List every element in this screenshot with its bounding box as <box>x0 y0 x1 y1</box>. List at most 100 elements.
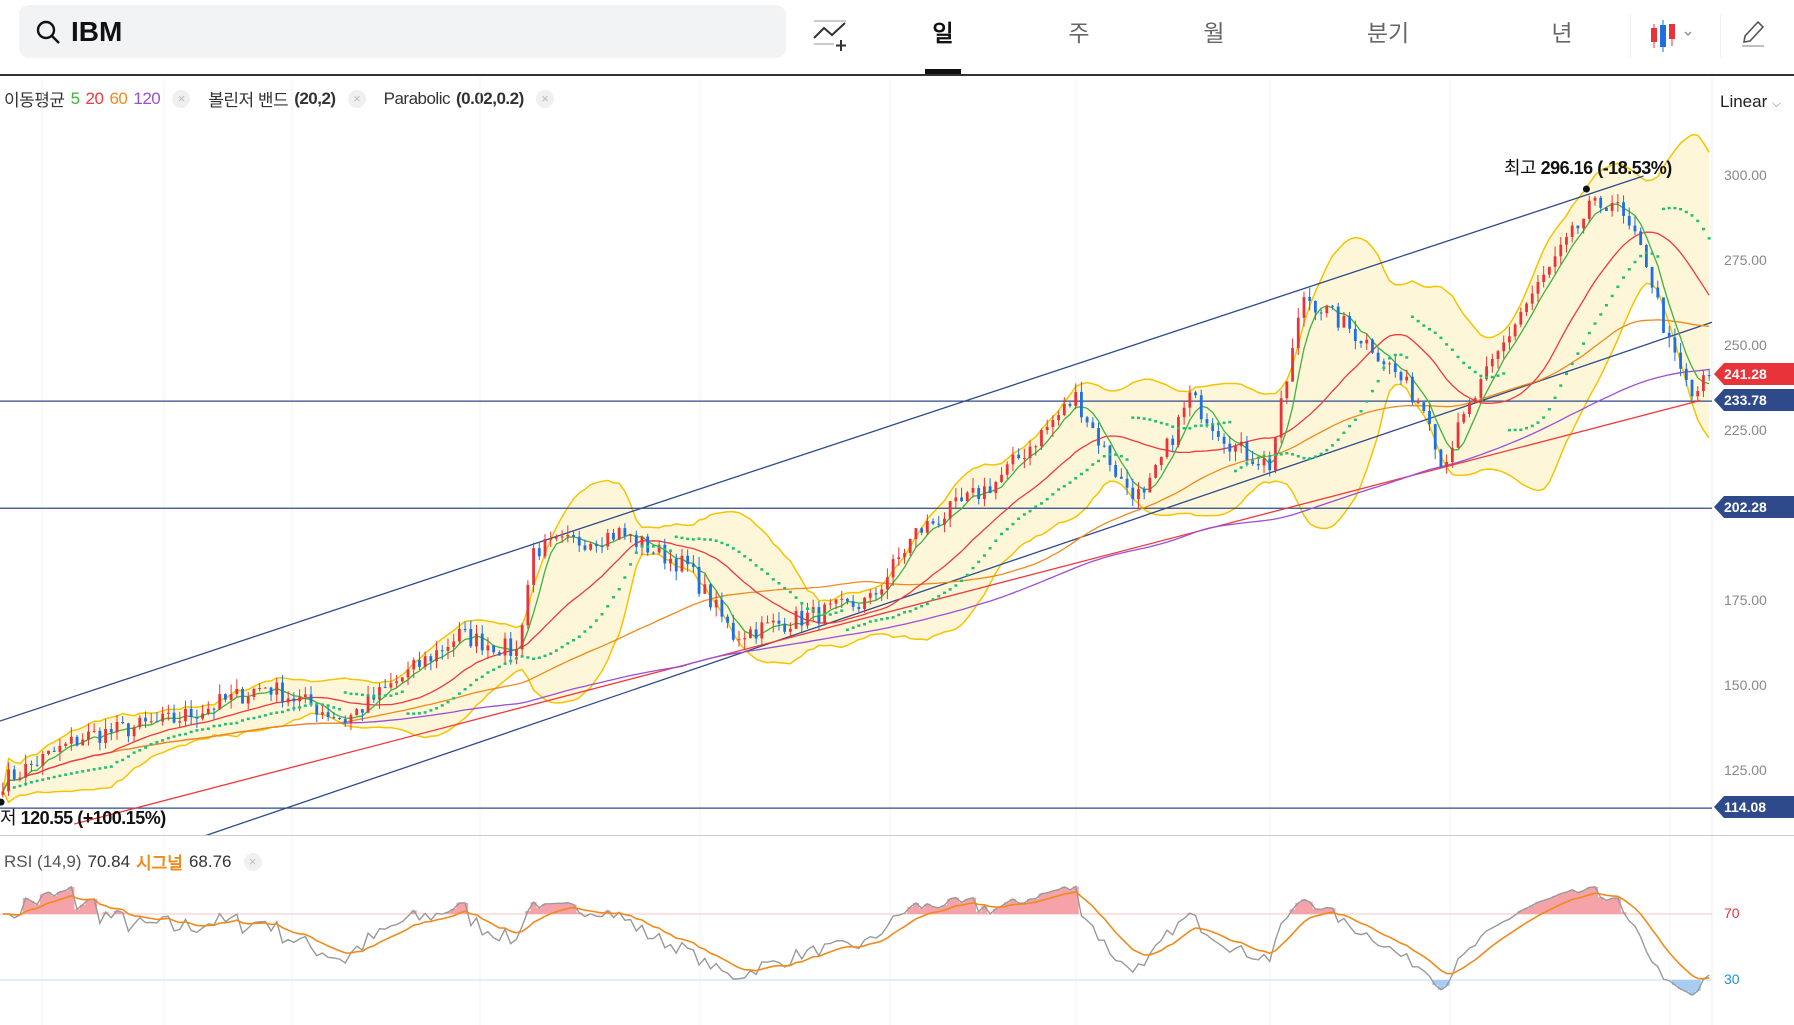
sar-dot <box>1119 454 1123 458</box>
candle-body <box>1576 225 1580 229</box>
sar-dot <box>1473 370 1477 374</box>
sar-dot <box>1707 237 1711 240</box>
sar-dot <box>1342 431 1346 435</box>
sar-dot <box>1199 424 1203 427</box>
sar-dot <box>457 692 461 695</box>
candle-body <box>1570 225 1574 237</box>
sar-dot <box>1291 453 1295 456</box>
sar-dot <box>1097 459 1101 463</box>
sar-dot <box>355 692 359 696</box>
candle-body <box>954 497 958 502</box>
sar-dot <box>526 656 530 659</box>
sar-dot <box>315 702 319 706</box>
candle-body <box>475 633 478 647</box>
candle-body <box>452 641 456 647</box>
sar-dot <box>1416 319 1420 323</box>
candle-body <box>600 546 604 548</box>
candle-body <box>7 769 10 792</box>
sar-dot <box>623 576 627 579</box>
sar-dot <box>69 772 73 775</box>
candlestick-icon[interactable] <box>1650 18 1695 54</box>
price-chart[interactable] <box>0 78 1794 1025</box>
candle-body <box>212 708 216 710</box>
high-label: 최고 <box>1504 158 1537 178</box>
sar-dot <box>897 613 901 617</box>
candle-body <box>1702 375 1705 392</box>
sar-dot <box>1467 366 1471 369</box>
tab-quarter[interactable]: 분기 <box>1353 14 1423 48</box>
candle-body <box>1382 361 1386 365</box>
candle-body <box>109 728 113 733</box>
sar-dot <box>823 612 827 616</box>
sar-dot <box>218 724 222 727</box>
candle-body <box>971 488 975 493</box>
candle-body <box>189 708 193 718</box>
tab-month[interactable]: 월 <box>1179 14 1249 48</box>
candle-body <box>206 708 210 714</box>
sar-dot <box>1233 469 1237 473</box>
sar-dot <box>1319 452 1323 456</box>
candle-body <box>127 723 130 737</box>
sar-dot <box>669 549 673 552</box>
sar-dot <box>1211 423 1215 426</box>
candle-body <box>834 599 838 604</box>
candle-body <box>880 589 884 595</box>
sar-dot <box>1022 513 1026 516</box>
sar-dot <box>1422 324 1426 327</box>
search-box[interactable] <box>19 5 786 58</box>
price-axis-tick: 175.00 <box>1724 592 1767 608</box>
candle-body <box>64 743 68 746</box>
candle-body <box>560 536 564 538</box>
candle-body <box>1656 287 1660 298</box>
candle-body <box>680 555 684 572</box>
low-label: 최저 <box>0 808 17 828</box>
pane-divider[interactable] <box>0 835 1794 836</box>
sar-dot <box>1479 374 1483 378</box>
candle-body <box>338 717 341 720</box>
sar-dot <box>1433 331 1437 335</box>
candle-body <box>1439 449 1443 467</box>
sar-dot <box>1684 210 1688 214</box>
sar-dot <box>435 707 439 710</box>
candle-body <box>925 521 929 533</box>
candle-body <box>1393 363 1397 373</box>
tab-day[interactable]: 일 <box>908 14 978 74</box>
sar-dot <box>1251 459 1255 463</box>
pencil-icon[interactable] <box>1740 18 1766 48</box>
candle-body <box>549 538 553 540</box>
sar-dot <box>954 584 958 587</box>
candle-body <box>115 722 119 733</box>
candle-body <box>749 629 752 639</box>
candle-body <box>1599 197 1603 208</box>
candle-body <box>788 628 792 632</box>
candle-body <box>121 722 125 724</box>
candle-body <box>366 694 370 713</box>
candle-body <box>1411 376 1414 403</box>
candle-body <box>1513 324 1517 337</box>
tab-week[interactable]: 주 <box>1044 14 1114 48</box>
remove-rsi-button[interactable]: × <box>243 852 262 871</box>
sar-dot <box>1216 422 1220 426</box>
tab-year[interactable]: 년 <box>1527 14 1597 48</box>
search-input[interactable] <box>71 15 671 48</box>
candle-body <box>783 623 787 632</box>
candle-body <box>1622 202 1625 216</box>
candle-body <box>1239 441 1243 446</box>
candle-body <box>229 694 233 700</box>
candle-body <box>1045 426 1049 431</box>
sar-dot <box>640 545 644 548</box>
add-indicator-icon[interactable] <box>812 18 850 52</box>
candle-body <box>846 598 849 602</box>
sar-dot <box>212 724 216 728</box>
candle-body <box>766 622 769 624</box>
candle-body <box>166 712 170 714</box>
candle-body <box>1422 402 1426 411</box>
sar-dot <box>47 777 51 780</box>
sar-dot <box>172 735 176 738</box>
sar-dot <box>64 773 68 776</box>
sar-dot <box>554 649 558 652</box>
sar-dot <box>343 691 347 694</box>
sar-dot <box>195 729 199 732</box>
candle-body <box>520 625 524 650</box>
candle-body <box>1188 392 1192 408</box>
